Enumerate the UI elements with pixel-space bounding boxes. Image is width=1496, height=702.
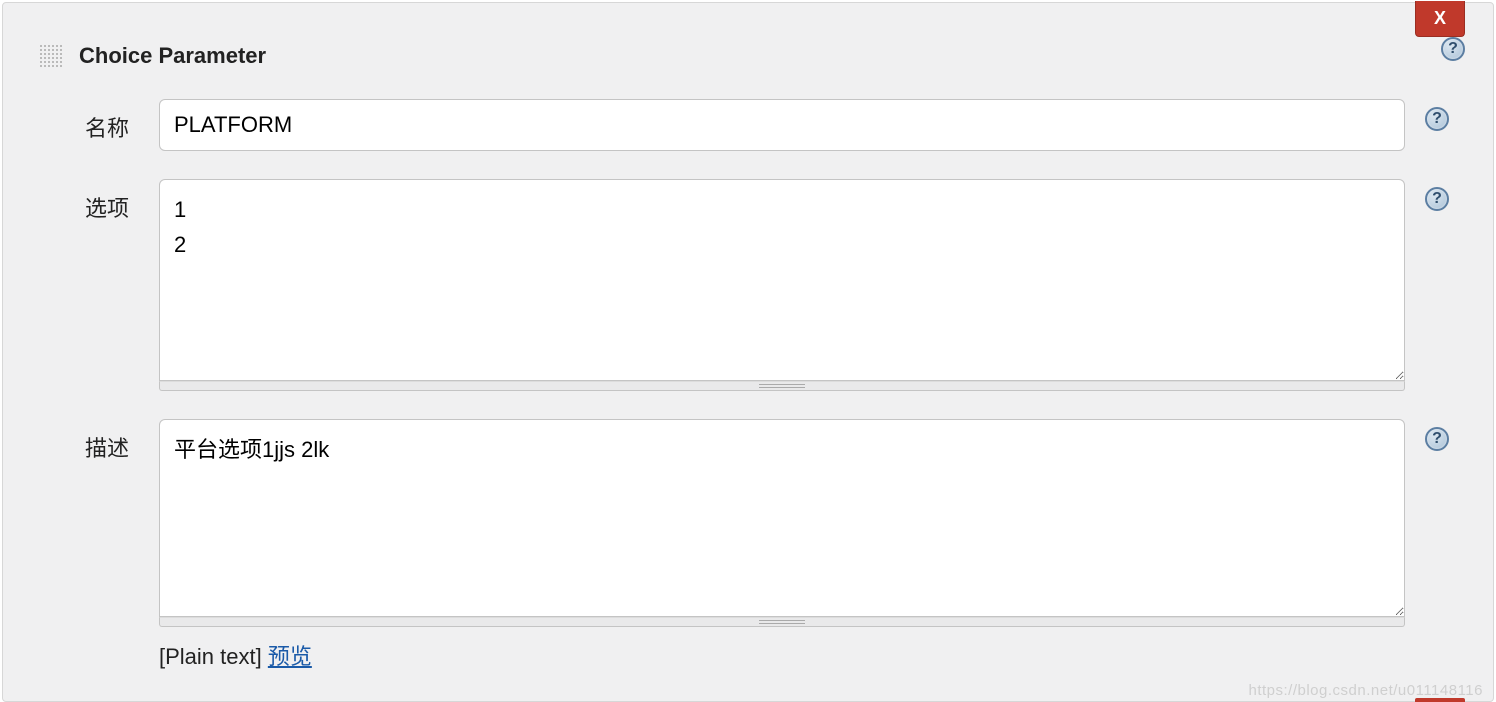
help-icon[interactable]: ? [1441, 37, 1465, 61]
close-button[interactable]: X [1415, 1, 1465, 37]
help-icon[interactable]: ? [1425, 187, 1449, 211]
name-field-wrap: ? [159, 99, 1405, 151]
help-glyph: ? [1448, 40, 1458, 58]
description-textarea-wrap [159, 419, 1405, 617]
name-label: 名称 [39, 99, 159, 143]
preview-link[interactable]: 预览 [268, 644, 312, 669]
options-textarea-wrap [159, 179, 1405, 381]
description-field-wrap: ? [159, 419, 1405, 627]
choice-parameter-panel: X ? Choice Parameter 名称 ? 选项 [2, 2, 1494, 702]
options-field-wrap: ? [159, 179, 1405, 391]
close-icon: X [1434, 8, 1446, 29]
options-textarea[interactable] [160, 180, 1404, 380]
name-input[interactable] [159, 99, 1405, 151]
form-row-name: 名称 ? [39, 99, 1465, 151]
resize-grip-icon [759, 620, 805, 624]
section-title: Choice Parameter [79, 43, 266, 69]
help-glyph: ? [1432, 430, 1442, 448]
panel-header: Choice Parameter [39, 43, 1465, 69]
plain-text-label: [Plain text] [159, 644, 262, 669]
help-icon[interactable]: ? [1425, 107, 1449, 131]
drag-handle-icon[interactable] [39, 44, 63, 68]
help-glyph: ? [1432, 190, 1442, 208]
bottom-red-strip [1415, 698, 1465, 702]
watermark: https://blog.csdn.net/u011148116 [1248, 682, 1483, 699]
resize-grip-icon [759, 384, 805, 388]
description-label: 描述 [39, 419, 159, 463]
resize-bar[interactable] [159, 617, 1405, 627]
resize-bar[interactable] [159, 381, 1405, 391]
description-footer: [Plain text] 预览 [39, 639, 1405, 671]
form-row-options: 选项 ? [39, 179, 1465, 391]
form-row-description: 描述 ? [39, 419, 1465, 627]
help-icon[interactable]: ? [1425, 427, 1449, 451]
help-glyph: ? [1432, 110, 1442, 128]
description-textarea[interactable] [160, 420, 1404, 616]
options-label: 选项 [39, 179, 159, 223]
